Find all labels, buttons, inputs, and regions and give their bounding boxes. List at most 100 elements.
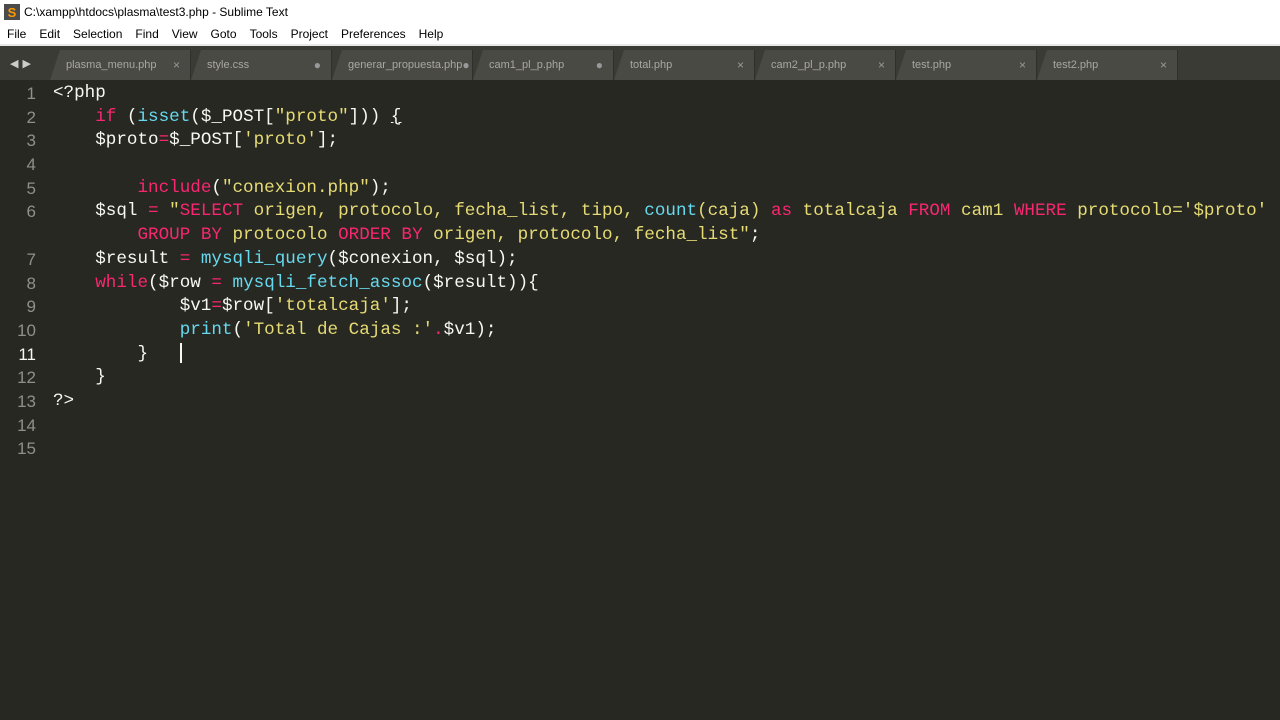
token: WHERE — [1013, 201, 1067, 222]
code-line: 6 $sql = "SELECT origen, protocolo, fech… — [0, 200, 1280, 224]
code-line: 11 } — [0, 342, 1280, 367]
token: ( — [211, 177, 222, 198]
line-number: 3 — [26, 131, 36, 151]
token: print — [179, 319, 233, 340]
token: $_POST[ — [169, 130, 244, 151]
token: ORDER BY — [338, 225, 423, 246]
tab[interactable]: style.css ● — [191, 50, 332, 80]
code-text: $proto=$_POST['proto']; — [40, 129, 338, 153]
code-line: 7 $result = mysqli_query($conexion, $sql… — [0, 248, 1280, 272]
menu-selection[interactable]: Selection — [66, 27, 128, 41]
menu-edit[interactable]: Edit — [32, 27, 66, 41]
unsaved-dot-icon[interactable]: ● — [596, 58, 603, 72]
token: $v1); — [443, 319, 497, 340]
code-text: ?> — [40, 390, 74, 414]
tab[interactable]: generar_propuesta.php ● — [332, 50, 473, 80]
tab[interactable]: cam2_pl_p.php × — [755, 50, 896, 80]
tab-navigation[interactable]: ◀ ▶ — [0, 46, 50, 80]
close-icon[interactable]: × — [737, 58, 744, 72]
line-number: 4 — [26, 155, 36, 175]
token: = — [148, 201, 159, 222]
code-line: 8 while($row = mysqli_fetch_assoc($resul… — [0, 272, 1280, 296]
token: <?php — [53, 83, 106, 103]
line-number: 12 — [17, 368, 36, 388]
token: { — [390, 106, 402, 127]
token: = — [211, 272, 222, 293]
code-text: if (isset($_POST["proto"])) { — [40, 106, 401, 130]
code-text: while($row = mysqli_fetch_assoc($result)… — [40, 272, 539, 296]
code-editor[interactable]: 1 <?php 2 if (isset($_POST["proto"])) {3 $… — [0, 80, 1280, 461]
close-icon[interactable]: × — [1019, 58, 1026, 72]
token: $sql — [53, 201, 149, 222]
token: as — [770, 201, 793, 222]
token: if — [95, 106, 117, 127]
tab-left-arrow-icon[interactable]: ◀ — [10, 57, 18, 70]
sublime-logo-icon: S — [4, 4, 20, 20]
close-icon[interactable]: × — [173, 58, 180, 72]
token: ($_POST[ — [190, 106, 275, 127]
code-text: <?php — [40, 82, 106, 106]
token: $result — [53, 248, 180, 269]
menu-file[interactable]: File — [0, 27, 32, 41]
token: ; — [749, 225, 761, 246]
token: $proto — [53, 130, 159, 151]
code-line: 10 print('Total de Cajas :'.$v1); — [0, 319, 1280, 343]
unsaved-dot-icon[interactable]: ● — [314, 58, 321, 72]
tab[interactable]: test.php × — [896, 50, 1037, 80]
code-line: 14 — [0, 414, 1280, 438]
tab[interactable]: cam1_pl_p.php ● — [473, 50, 614, 80]
tab[interactable]: test2.php × — [1037, 50, 1178, 80]
token: ?> — [53, 390, 75, 411]
line-number: 5 — [26, 178, 36, 198]
token: " — [169, 201, 180, 222]
token: mysqli_fetch_assoc — [232, 272, 423, 293]
token: ]; — [390, 296, 412, 317]
menu-preferences[interactable]: Preferences — [334, 27, 412, 41]
tab-label: total.php — [630, 59, 673, 71]
token: GROUP BY — [137, 225, 222, 246]
menu-view[interactable]: View — [165, 27, 204, 41]
token: SELECT — [179, 201, 244, 222]
code-line: 15 — [0, 437, 1280, 461]
menu-project[interactable]: Project — [284, 27, 334, 41]
token: ])) — [348, 106, 391, 127]
token: mysqli_query — [200, 248, 328, 269]
tab-label: style.css — [207, 59, 250, 71]
menu-help[interactable]: Help — [412, 27, 450, 41]
menu-tools[interactable]: Tools — [243, 27, 284, 41]
menu-goto[interactable]: Goto — [204, 27, 243, 41]
token: ($result)){ — [422, 272, 539, 293]
token: ( — [232, 319, 244, 340]
close-icon[interactable]: × — [1160, 58, 1167, 72]
token: FROM — [908, 201, 951, 222]
tab-right-arrow-icon[interactable]: ▶ — [22, 57, 30, 70]
tab-label: cam2_pl_p.php — [771, 59, 847, 71]
token: } — [53, 343, 180, 364]
tab-label: cam1_pl_p.php — [489, 59, 565, 71]
tab[interactable]: plasma_menu.php × — [50, 50, 191, 80]
token: } — [53, 367, 106, 388]
menu-find[interactable]: Find — [128, 27, 164, 41]
tab[interactable]: total.php × — [614, 50, 755, 80]
line-number: 14 — [17, 415, 36, 435]
close-icon[interactable]: × — [878, 58, 885, 72]
code-line: 9 $v1=$row['totalcaja']; — [0, 295, 1280, 319]
token: protocolo — [221, 225, 339, 246]
token: ]; — [316, 130, 339, 151]
code-line: 4 — [0, 153, 1280, 177]
line-number: 15 — [17, 439, 36, 459]
code-line: GROUP BY protocolo ORDER BY origen, prot… — [0, 224, 1280, 248]
menu-bar: File Edit Selection Find View Goto Tools Projec… — [0, 24, 1280, 44]
unsaved-dot-icon[interactable]: ● — [462, 58, 469, 72]
token: origen, protocolo, fecha_list" — [422, 225, 750, 246]
token: ); — [369, 177, 391, 198]
line-number: 2 — [26, 107, 36, 127]
token: = — [179, 248, 191, 269]
text-cursor — [179, 342, 182, 363]
window-title: C:\xampp\htdocs\plasma\test3.php - Subli… — [24, 5, 288, 19]
